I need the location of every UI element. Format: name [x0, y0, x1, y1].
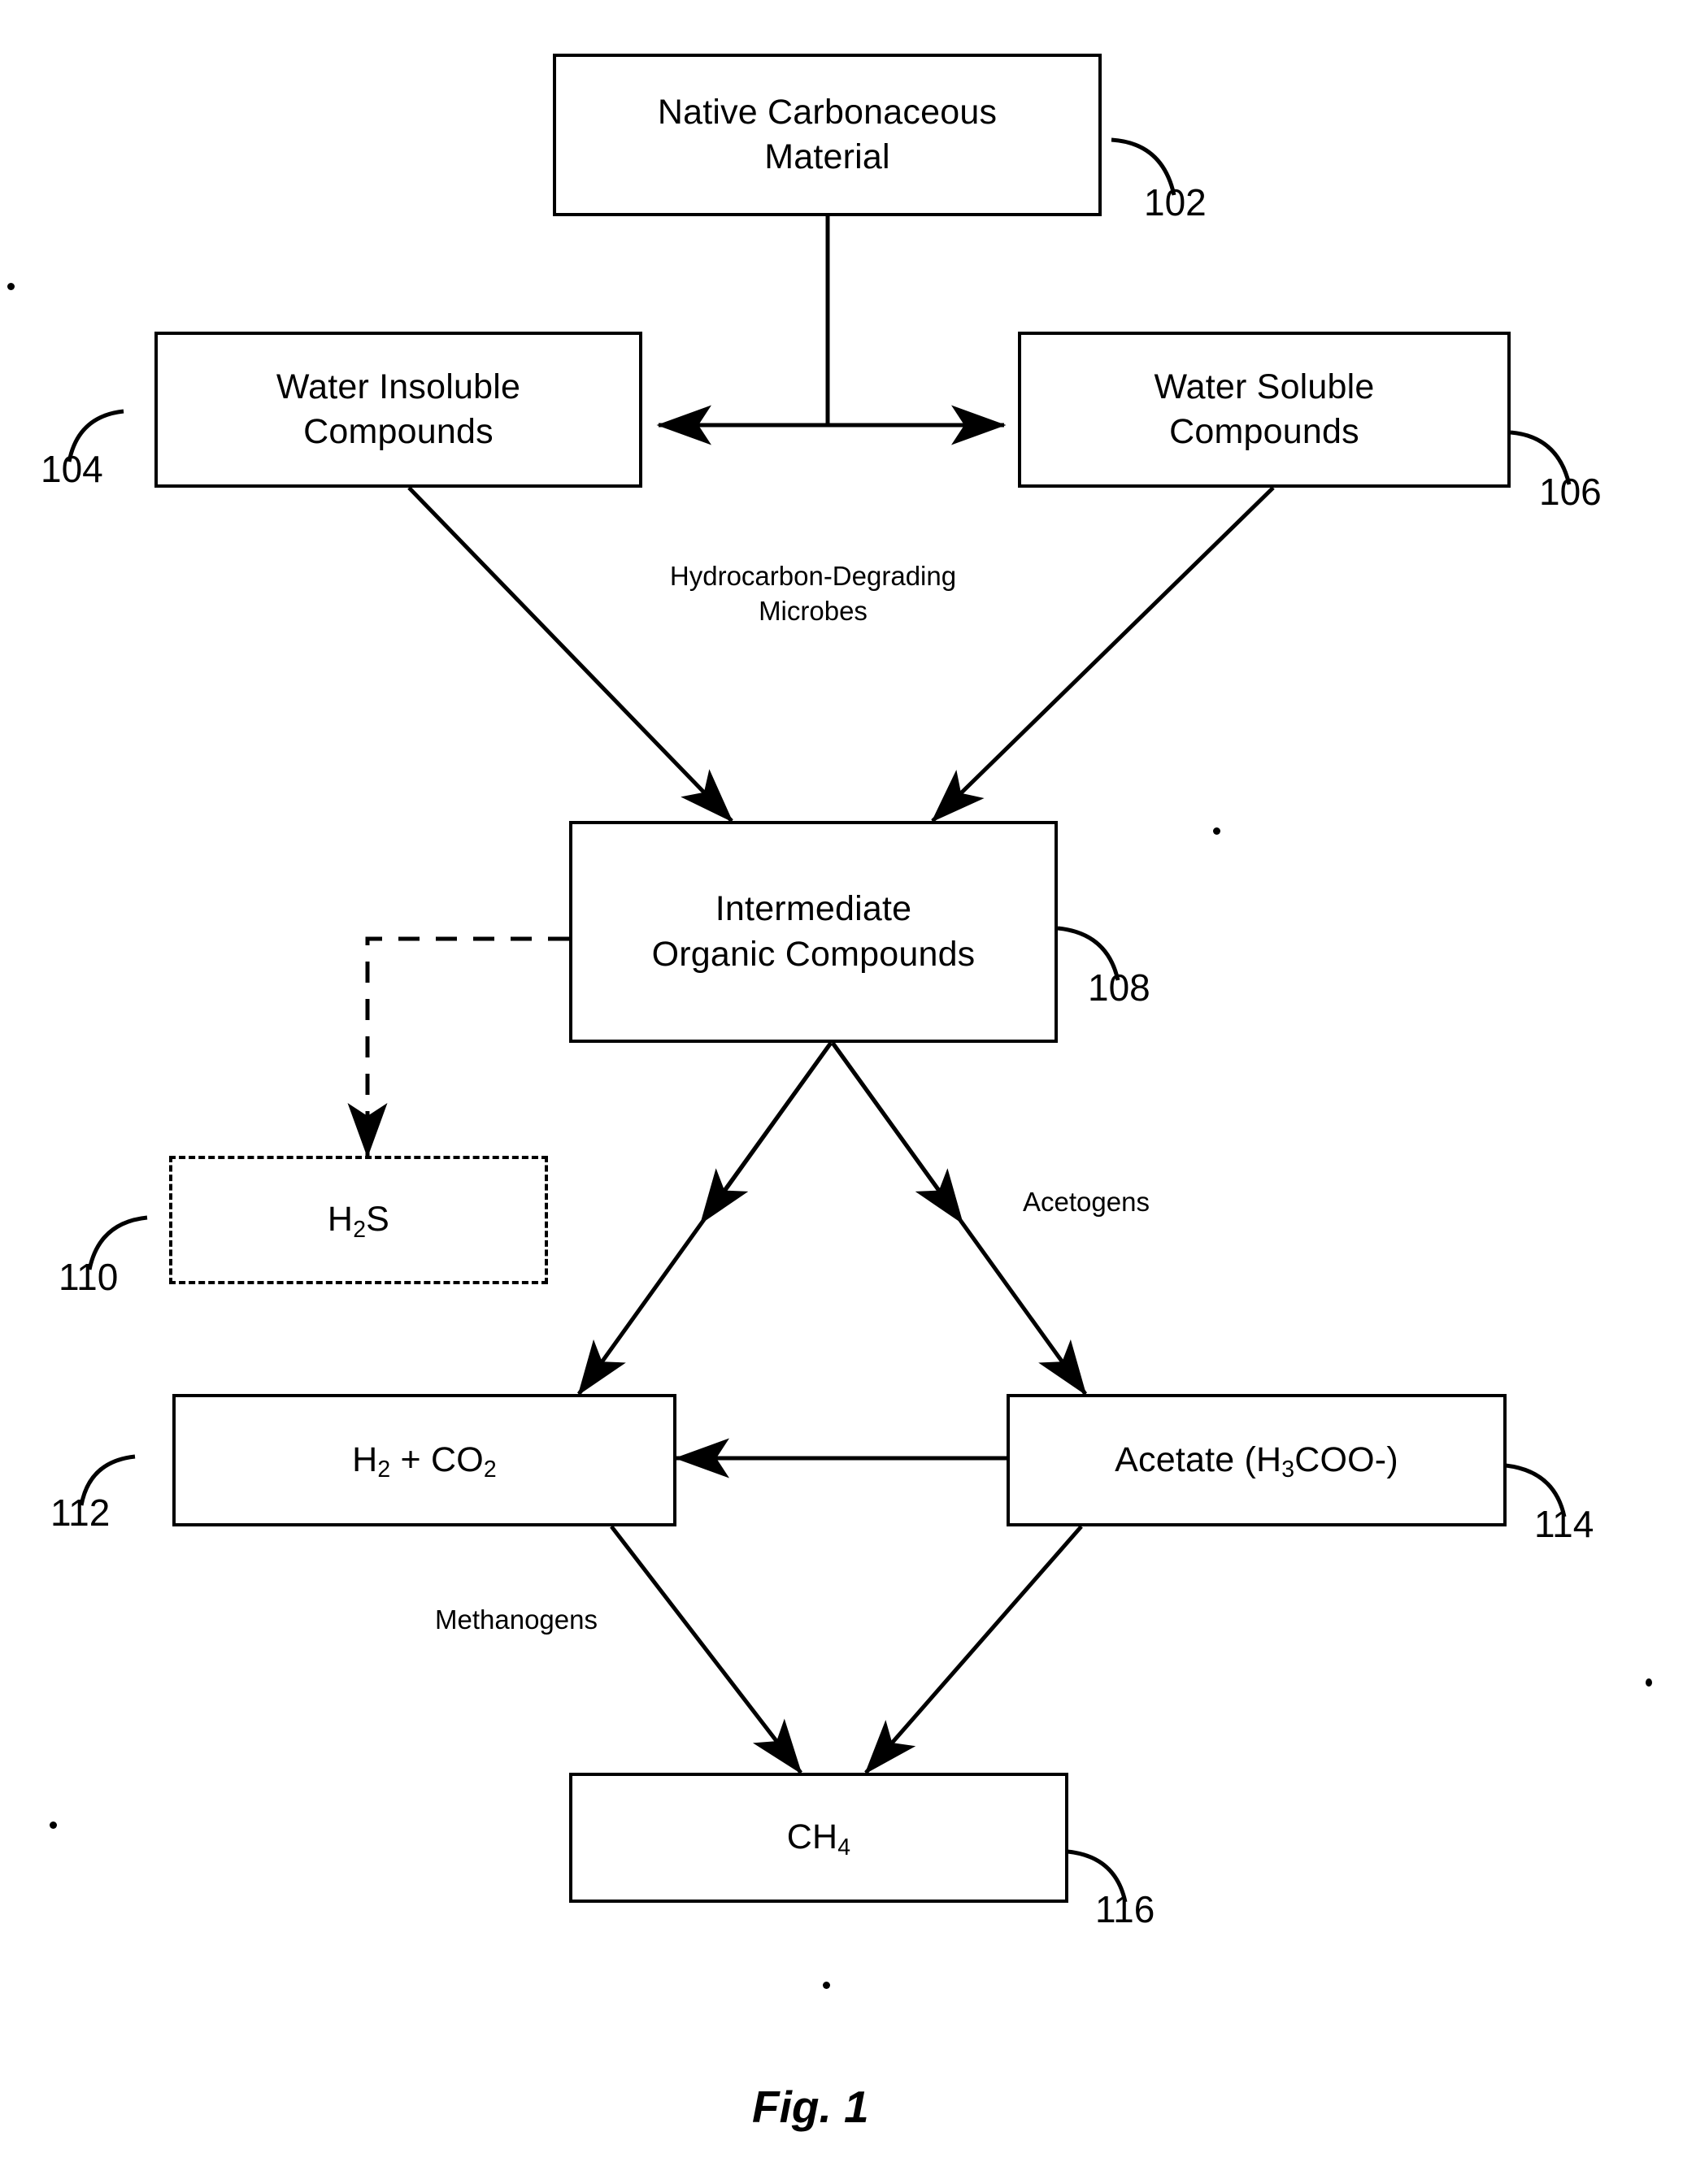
node-native-carbonaceous-material: Native Carbonaceous Material — [553, 54, 1102, 216]
edge-112-to-116 — [610, 1525, 802, 1774]
reference-numeral-102: 102 — [1144, 181, 1207, 224]
edge-114-to-116 — [864, 1525, 1083, 1774]
patent-figure-page: Native Carbonaceous Material Water Insol… — [0, 0, 1696, 2184]
node-label-114: Acetate (H3COO-) — [1115, 1439, 1398, 1483]
node-water-soluble-compounds: Water Soluble Compounds — [1018, 332, 1511, 488]
scan-speck — [823, 1982, 830, 1989]
node-label-116: CH4 — [786, 1817, 851, 1861]
reference-numeral-104: 104 — [41, 448, 103, 490]
reference-numeral-106: 106 — [1539, 471, 1602, 513]
edge-108-to-112 — [576, 1041, 833, 1396]
scan-speck — [1213, 827, 1220, 835]
node-water-insoluble-compounds: Water Insoluble Compounds — [154, 332, 642, 488]
edge-label-methanogens: Methanogens — [435, 1604, 598, 1635]
scan-speck — [50, 1821, 57, 1829]
node-label-102: Native Carbonaceous Material — [657, 92, 998, 176]
reference-numeral-112: 112 — [50, 1491, 111, 1534]
node-hydrogen-sulfide: H2S — [169, 1156, 548, 1284]
node-label-112: H2 + CO2 — [352, 1439, 497, 1483]
reference-numeral-114: 114 — [1534, 1503, 1594, 1545]
edge-label-acetogens: Acetogens — [1023, 1187, 1150, 1217]
node-label-110: H2S — [327, 1200, 390, 1243]
node-label-106: Water Soluble Compounds — [1154, 367, 1375, 451]
reference-numeral-108: 108 — [1088, 966, 1150, 1009]
node-intermediate-organic-compounds: Intermediate Organic Compounds — [569, 821, 1058, 1043]
node-label-108: Intermediate Organic Compounds — [651, 889, 976, 974]
edge-104-to-108 — [407, 486, 733, 823]
node-acetate: Acetate (H3COO-) — [1007, 1394, 1507, 1526]
reference-numeral-110: 110 — [59, 1256, 119, 1298]
scan-speck — [1646, 1678, 1652, 1687]
reference-numeral-116: 116 — [1095, 1888, 1155, 1930]
node-hydrogen-plus-carbon-dioxide: H2 + CO2 — [172, 1394, 676, 1526]
figure-caption: Fig. 1 — [752, 2082, 869, 2132]
node-methane: CH4 — [569, 1773, 1068, 1903]
node-label-104: Water Insoluble Compounds — [276, 367, 521, 451]
edge-108-to-110-dashed — [347, 936, 569, 1158]
edge-106-to-108 — [931, 486, 1275, 823]
edge-label-hydrocarbon-degrading-microbes: Hydrocarbon-Degrading Microbes — [669, 561, 957, 626]
scan-speck — [7, 283, 15, 290]
